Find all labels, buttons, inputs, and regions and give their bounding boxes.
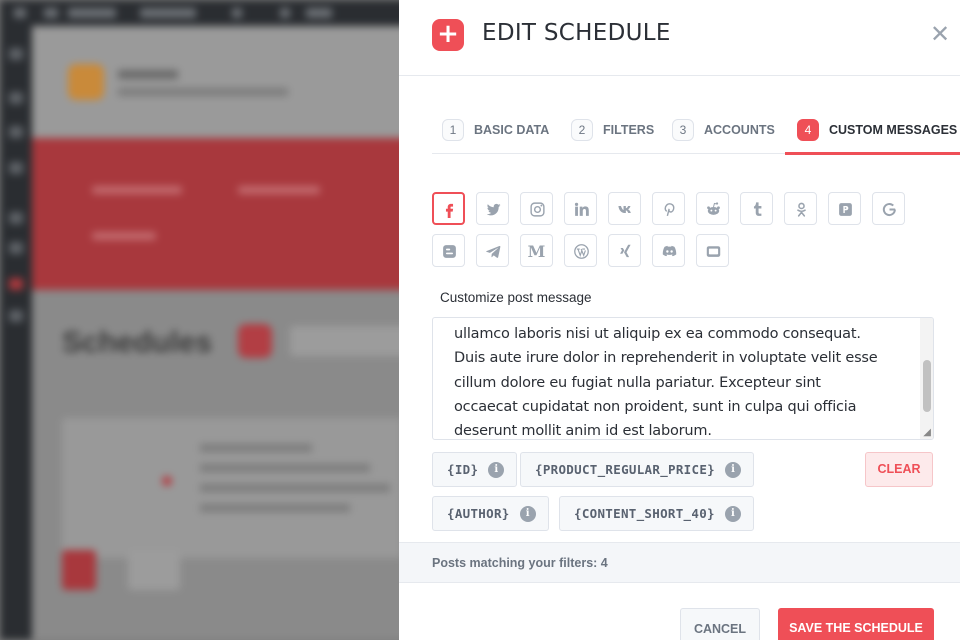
- wordpress-icon[interactable]: [564, 234, 597, 267]
- keyword-author-button[interactable]: {AUTHOR} i: [432, 496, 549, 531]
- background-page-title: Schedules: [62, 326, 213, 359]
- panel-title: EDIT SCHEDULE: [482, 20, 671, 46]
- tab-label: ACCOUNTS: [704, 123, 775, 137]
- cancel-button[interactable]: CANCEL: [680, 608, 760, 640]
- twitter-icon[interactable]: [476, 192, 509, 225]
- info-icon[interactable]: i: [725, 461, 741, 478]
- tab-accounts[interactable]: 3 ACCOUNTS: [672, 118, 775, 142]
- keyword-content-short-40-button[interactable]: {CONTENT_SHORT_40} i: [559, 496, 754, 531]
- tab-number: 1: [442, 119, 464, 141]
- tab-basic-data[interactable]: 1 BASIC DATA: [442, 118, 549, 142]
- reddit-icon[interactable]: [696, 192, 729, 225]
- close-icon[interactable]: ✕: [930, 21, 950, 47]
- instagram-icon[interactable]: [520, 192, 553, 225]
- vk-icon[interactable]: [608, 192, 641, 225]
- plus-icon: +: [432, 19, 464, 51]
- medium-icon[interactable]: M: [520, 234, 553, 267]
- tab-filters[interactable]: 2 FILTERS: [571, 118, 654, 142]
- tab-label: CUSTOM MESSAGES: [829, 123, 958, 137]
- linkedin-icon[interactable]: [564, 192, 597, 225]
- tab-number: 3: [672, 119, 694, 141]
- edit-schedule-panel: + EDIT SCHEDULE ✕ 1 BASIC DATA 2 FILTERS…: [399, 0, 960, 640]
- xing-icon[interactable]: [608, 234, 641, 267]
- tab-label: BASIC DATA: [474, 123, 550, 137]
- save-schedule-button[interactable]: SAVE THE SCHEDULE: [778, 608, 934, 640]
- info-icon[interactable]: i: [519, 505, 536, 522]
- google-icon[interactable]: [872, 192, 905, 225]
- admin-sidebar: [0, 26, 32, 640]
- tab-number: 2: [571, 119, 593, 141]
- resize-handle-icon[interactable]: ◢: [923, 427, 931, 438]
- keyword-label: {ID}: [447, 462, 479, 477]
- keyword-id-button[interactable]: {ID} i: [432, 452, 518, 487]
- scrollbar-thumb[interactable]: [923, 360, 931, 412]
- custom-message-text[interactable]: ullamco laboris nisi ut aliquip ex ea co…: [454, 322, 914, 439]
- posts-matching-bar: Posts matching your filters: 4: [399, 542, 960, 583]
- keyword-label: {CONTENT_SHORT_40}: [574, 506, 715, 521]
- blogger-icon[interactable]: [432, 234, 465, 267]
- custom-message-textarea[interactable]: ullamco laboris nisi ut aliquip ex ea co…: [432, 317, 934, 440]
- telegram-icon[interactable]: [476, 234, 509, 267]
- active-tab-indicator: [785, 152, 960, 155]
- info-icon[interactable]: i: [488, 461, 505, 478]
- custom-message-label: Customize post message: [440, 290, 592, 305]
- discord-icon[interactable]: [652, 234, 685, 267]
- facebook-icon[interactable]: [432, 192, 465, 225]
- tumblr-icon[interactable]: [740, 192, 773, 225]
- keyword-label: {AUTHOR}: [447, 506, 510, 521]
- panel-header: + EDIT SCHEDULE ✕: [399, 0, 960, 76]
- tab-label: FILTERS: [603, 123, 655, 137]
- textarea-scrollbar[interactable]: [920, 318, 933, 439]
- clear-button[interactable]: CLEAR: [865, 452, 933, 487]
- odnoklassniki-icon[interactable]: [784, 192, 817, 225]
- keyword-product-regular-price-button[interactable]: {PRODUCT_REGULAR_PRICE} i: [520, 452, 754, 487]
- tab-custom-messages[interactable]: 4 CUSTOM MESSAGES: [797, 118, 957, 142]
- youtube-icon[interactable]: [696, 234, 729, 267]
- posts-matching-text: Posts matching your filters: 4: [432, 556, 608, 570]
- tab-number: 4: [797, 119, 819, 141]
- keyword-label: {PRODUCT_REGULAR_PRICE}: [535, 462, 715, 477]
- info-icon[interactable]: i: [724, 505, 741, 522]
- wizard-tabs: 1 BASIC DATA 2 FILTERS 3 ACCOUNTS 4 CUST…: [432, 110, 960, 155]
- pinterest-icon[interactable]: [652, 192, 685, 225]
- plurk-icon[interactable]: [828, 192, 861, 225]
